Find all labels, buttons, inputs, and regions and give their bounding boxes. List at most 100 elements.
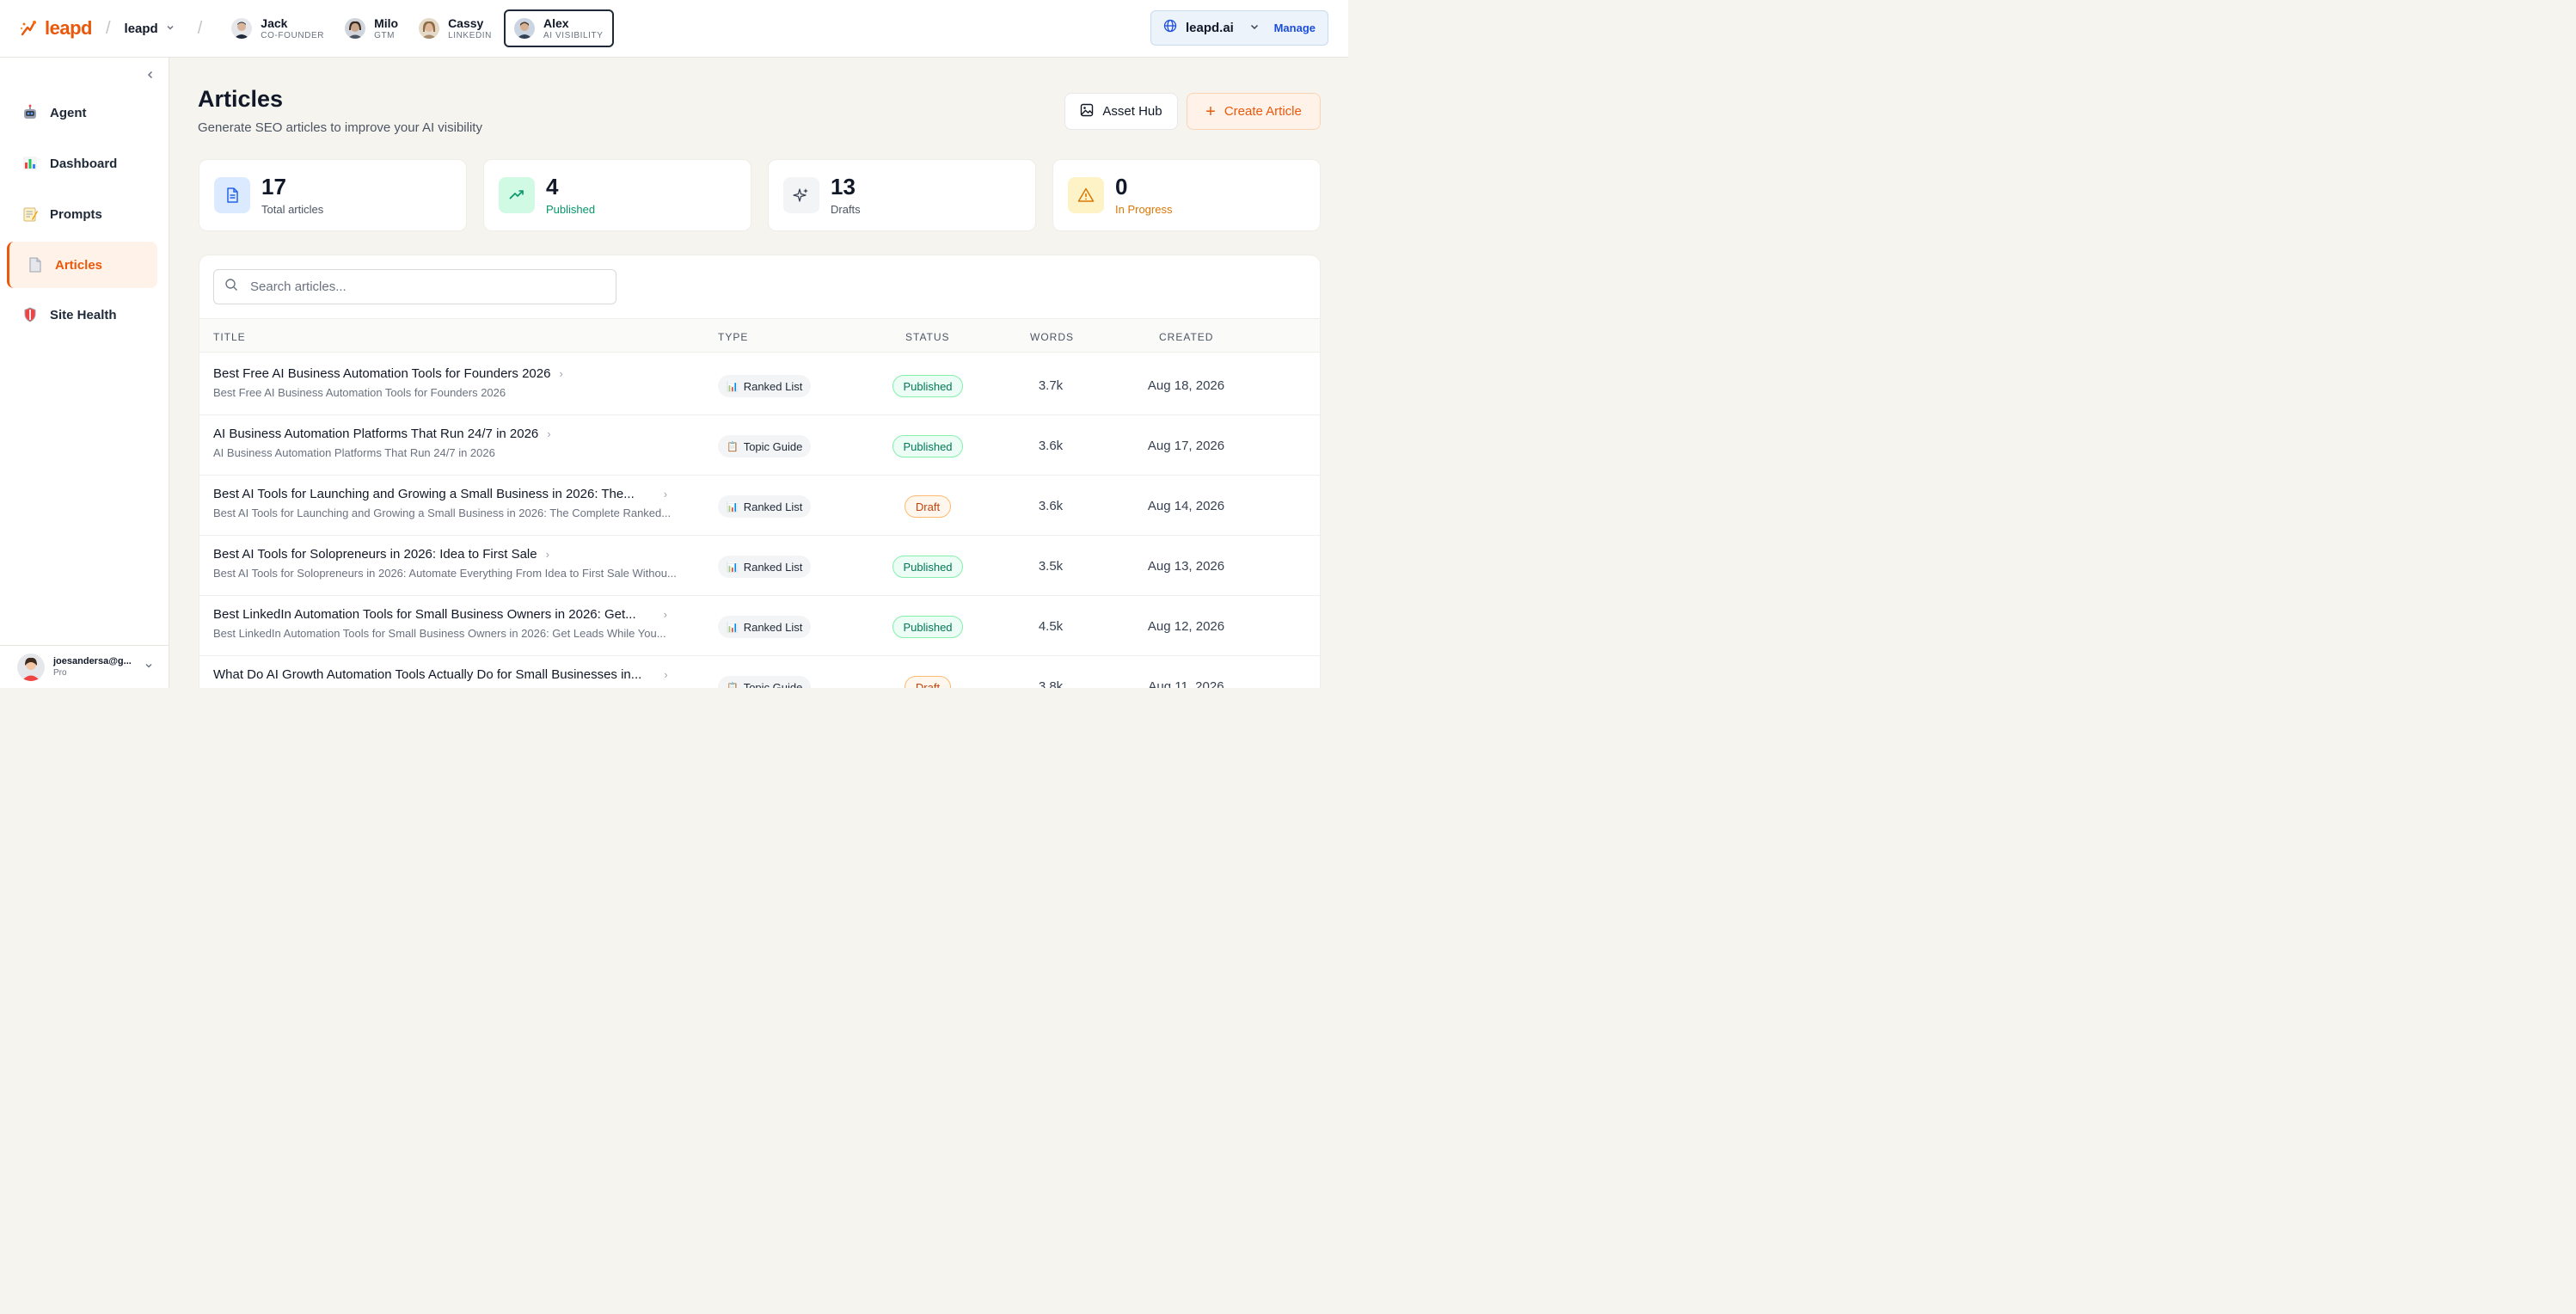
article-subtitle: Best Free AI Business Automation Tools f… <box>213 386 506 399</box>
brand-logo[interactable]: leapd <box>19 17 92 40</box>
word-count: 3.5k <box>1038 559 1064 574</box>
table-row[interactable]: Best AI Tools for Launching and Growing … <box>199 476 1320 536</box>
created-date: Aug 11, 2026 <box>1148 679 1224 688</box>
chevron-down-icon[interactable] <box>1249 21 1260 36</box>
word-count: 3.6k <box>1038 499 1064 513</box>
column-header-words[interactable]: WORDS <box>1030 331 1074 343</box>
domain-selector[interactable]: leapd.ai Manage <box>1150 10 1328 46</box>
persona-alex[interactable]: Alex AI VISIBILITY <box>504 9 614 47</box>
breadcrumb-separator: / <box>197 18 203 38</box>
stat-card-drafts: 13 Drafts <box>768 159 1036 231</box>
type-label: Ranked List <box>743 560 803 574</box>
stat-value: 0 <box>1115 173 1128 200</box>
type-badge: 📊 Ranked List <box>718 616 812 638</box>
status-badge: Published <box>892 616 963 638</box>
persona-role: LINKEDIN <box>448 30 492 40</box>
robot-icon <box>21 103 40 122</box>
article-title[interactable]: Best Free AI Business Automation Tools f… <box>213 366 550 381</box>
warning-icon <box>1068 177 1104 213</box>
workspace-switcher[interactable]: leapd <box>125 21 175 36</box>
shield-icon <box>21 305 40 324</box>
persona-milo[interactable]: Milo GTM <box>336 9 407 47</box>
type-badge: 📊 Ranked List <box>718 495 812 518</box>
column-header-type[interactable]: TYPE <box>718 331 748 343</box>
milo-avatar <box>345 18 366 39</box>
article-title[interactable]: AI Business Automation Platforms That Ru… <box>213 427 538 441</box>
article-title[interactable]: Best AI Tools for Solopreneurs in 2026: … <box>213 547 537 562</box>
avatar <box>17 653 45 681</box>
type-badge: 📊 Ranked List <box>718 375 812 397</box>
type-label: Ranked List <box>743 379 803 393</box>
trending-up-icon <box>499 177 535 213</box>
sidebar-item-prompts[interactable]: Prompts <box>7 191 157 237</box>
persona-name: Jack <box>261 15 288 30</box>
column-header-title[interactable]: TITLE <box>213 331 246 343</box>
articles-table-card: TITLE TYPE STATUS WORDS CREATED Best Fre… <box>199 255 1321 688</box>
stat-label: Published <box>546 202 596 216</box>
search-input[interactable] <box>250 279 594 294</box>
sidebar-item-dashboard[interactable]: Dashboard <box>7 140 157 187</box>
stat-card-in-progress: 0 In Progress <box>1052 159 1321 231</box>
table-row[interactable]: Best LinkedIn Automation Tools for Small… <box>199 596 1320 656</box>
sidebar-item-site-health[interactable]: Site Health <box>7 292 157 338</box>
chevron-up-down-icon <box>144 660 154 673</box>
stat-card-published: 4 Published <box>483 159 751 231</box>
created-date: Aug 17, 2026 <box>1147 439 1225 453</box>
article-title[interactable]: What Do AI Growth Automation Tools Actua… <box>213 667 641 682</box>
page-title: Articles <box>198 86 284 112</box>
manage-link[interactable]: Manage <box>1274 21 1316 34</box>
chevron-right-icon: › <box>663 488 668 500</box>
user-menu[interactable]: joesandersa@g... Pro <box>0 645 169 688</box>
workspace-name: leapd <box>124 21 158 36</box>
sidebar-item-label: Prompts <box>50 206 102 222</box>
article-subtitle: Best AI Tools for Launching and Growing … <box>213 507 672 519</box>
persona-role: GTM <box>374 30 396 40</box>
word-count: 3.8k <box>1038 679 1064 688</box>
asset-hub-label: Asset Hub <box>1102 104 1162 119</box>
article-title[interactable]: Best AI Tools for Launching and Growing … <box>213 487 635 501</box>
top-bar: leapd / leapd / Jack CO-FOUNDER Milo GTM… <box>0 0 1348 58</box>
domain-name: leapd.ai <box>1186 21 1234 35</box>
document-icon <box>214 177 250 213</box>
stat-label: Total articles <box>261 202 324 216</box>
persona-role: AI VISIBILITY <box>543 30 604 40</box>
create-article-button[interactable]: + Create Article <box>1187 93 1321 130</box>
persona-cassy[interactable]: Cassy LINKEDIN <box>410 9 500 47</box>
created-date: Aug 14, 2026 <box>1147 499 1225 513</box>
chevron-right-icon: › <box>663 608 667 621</box>
stat-label: Drafts <box>831 202 861 216</box>
persona-name: Cassy <box>448 15 484 30</box>
article-subtitle: Best LinkedIn Automation Tools for Small… <box>213 627 666 640</box>
sidebar-item-articles[interactable]: Articles <box>7 242 157 288</box>
type-label: Ranked List <box>743 500 803 513</box>
table-row[interactable]: Best Free AI Business Automation Tools f… <box>199 355 1320 415</box>
page-subtitle: Generate SEO articles to improve your AI… <box>198 120 482 135</box>
persona-name: Alex <box>543 15 569 30</box>
table-row[interactable]: Best AI Tools for Solopreneurs in 2026: … <box>199 536 1320 596</box>
user-plan: Pro <box>53 668 67 678</box>
sidebar-item-label: Site Health <box>50 307 117 322</box>
sidebar-item-label: Dashboard <box>50 156 118 171</box>
search-box[interactable] <box>213 269 616 304</box>
table-row[interactable]: What Do AI Growth Automation Tools Actua… <box>199 656 1320 688</box>
chevron-right-icon: › <box>545 548 549 561</box>
table-row[interactable]: AI Business Automation Platforms That Ru… <box>199 415 1320 476</box>
type-badge: 📋 Topic Guide <box>718 676 812 688</box>
word-count: 4.5k <box>1038 619 1064 634</box>
column-header-status[interactable]: STATUS <box>905 331 950 343</box>
status-badge: Draft <box>905 676 951 688</box>
user-email: joesandersa@g... <box>53 656 132 666</box>
clipboard-icon: 📋 <box>727 441 739 452</box>
document-icon <box>26 255 45 274</box>
persona-jack[interactable]: Jack CO-FOUNDER <box>223 9 333 47</box>
stat-value: 4 <box>546 173 559 200</box>
status-badge: Draft <box>905 495 951 518</box>
bar-chart-icon: 📊 <box>727 501 739 513</box>
collapse-sidebar-icon[interactable] <box>143 68 158 83</box>
persona-role: CO-FOUNDER <box>261 30 325 40</box>
asset-hub-button[interactable]: Asset Hub <box>1064 93 1178 130</box>
chevron-right-icon: › <box>559 367 563 380</box>
article-title[interactable]: Best LinkedIn Automation Tools for Small… <box>213 607 636 622</box>
column-header-created[interactable]: CREATED <box>1159 331 1213 343</box>
sidebar-item-agent[interactable]: Agent <box>7 89 157 136</box>
